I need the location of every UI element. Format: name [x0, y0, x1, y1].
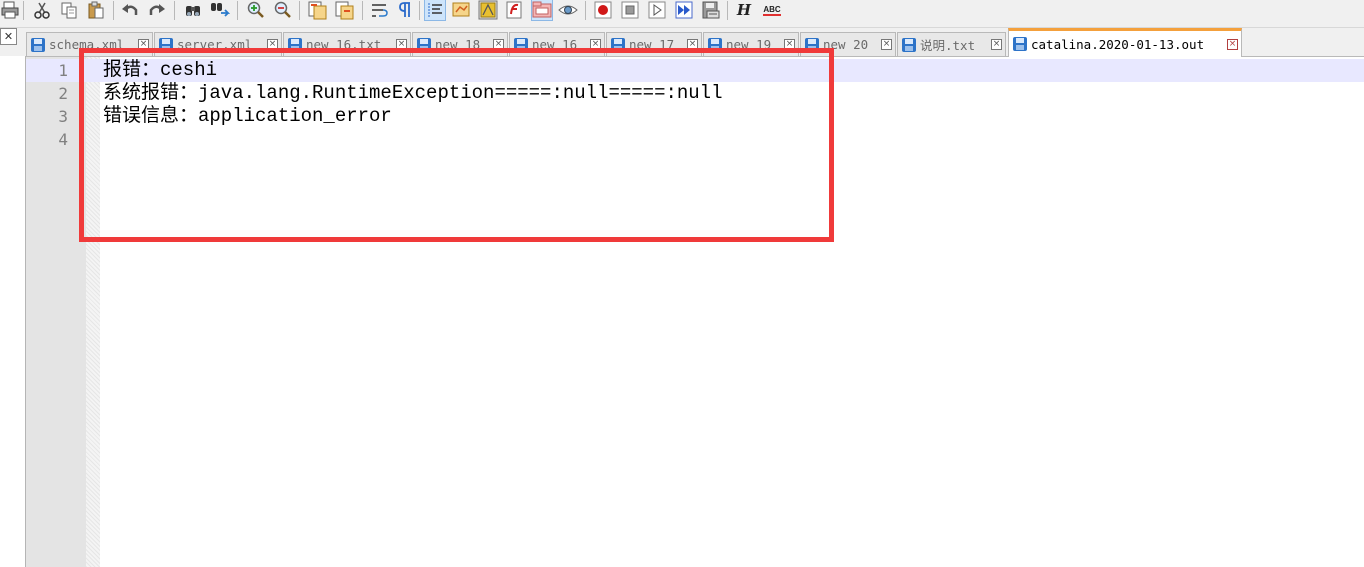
replace-icon[interactable] [210, 0, 230, 20]
save-macro-icon[interactable] [701, 0, 721, 20]
document-map-icon[interactable] [451, 0, 471, 20]
saved-file-icon [902, 37, 916, 52]
cut-icon[interactable] [32, 0, 52, 20]
line-number: 2 [58, 84, 68, 103]
tab-label: 说明.txt [920, 38, 976, 53]
toolbar: H ABC [0, 0, 1364, 28]
panel-close-icon[interactable]: ✕ [0, 28, 17, 45]
redo-icon[interactable] [147, 0, 167, 20]
sync-vertical-icon[interactable] [308, 0, 328, 20]
tab-catalina-out[interactable]: catalina.2020-01-13.out × [1008, 28, 1242, 57]
copy-icon[interactable] [59, 0, 79, 20]
line-number: 1 [58, 61, 68, 80]
zoom-out-icon[interactable] [272, 0, 292, 20]
function-list-icon[interactable] [478, 0, 498, 20]
indent-guide-icon[interactable] [424, 0, 446, 21]
record-macro-icon[interactable] [593, 0, 613, 20]
line-number: 4 [58, 130, 68, 149]
show-all-characters-icon[interactable] [396, 0, 416, 20]
eye-icon[interactable] [558, 0, 578, 20]
paste-icon[interactable] [86, 0, 106, 20]
tab-label: catalina.2020-01-13.out [1031, 36, 1205, 52]
tab-readme-txt[interactable]: 说明.txt × [897, 32, 1006, 56]
monitoring-icon[interactable] [531, 0, 553, 21]
print-icon[interactable] [0, 0, 20, 20]
folder-workspace-icon[interactable] [505, 0, 525, 20]
stop-macro-icon[interactable] [620, 0, 640, 20]
run-macro-multiple-icon[interactable] [674, 0, 694, 20]
undo-icon[interactable] [120, 0, 140, 20]
tab-close-icon[interactable]: × [881, 39, 892, 50]
sync-horizontal-icon[interactable] [335, 0, 355, 20]
play-macro-icon[interactable] [647, 0, 667, 20]
tab-close-icon[interactable]: × [991, 39, 1002, 50]
annotation-highlight-box [79, 48, 834, 242]
word-wrap-icon[interactable] [370, 0, 390, 20]
saved-file-icon [1013, 37, 1027, 51]
left-side-panel [0, 56, 26, 567]
saved-file-icon [31, 37, 45, 52]
tab-close-icon[interactable]: × [1227, 38, 1238, 50]
find-icon[interactable] [183, 0, 203, 20]
line-number: 3 [58, 107, 68, 126]
spell-check-icon[interactable]: ABC [762, 0, 782, 20]
zoom-in-icon[interactable] [245, 0, 265, 20]
heading-icon[interactable]: H [734, 0, 754, 20]
